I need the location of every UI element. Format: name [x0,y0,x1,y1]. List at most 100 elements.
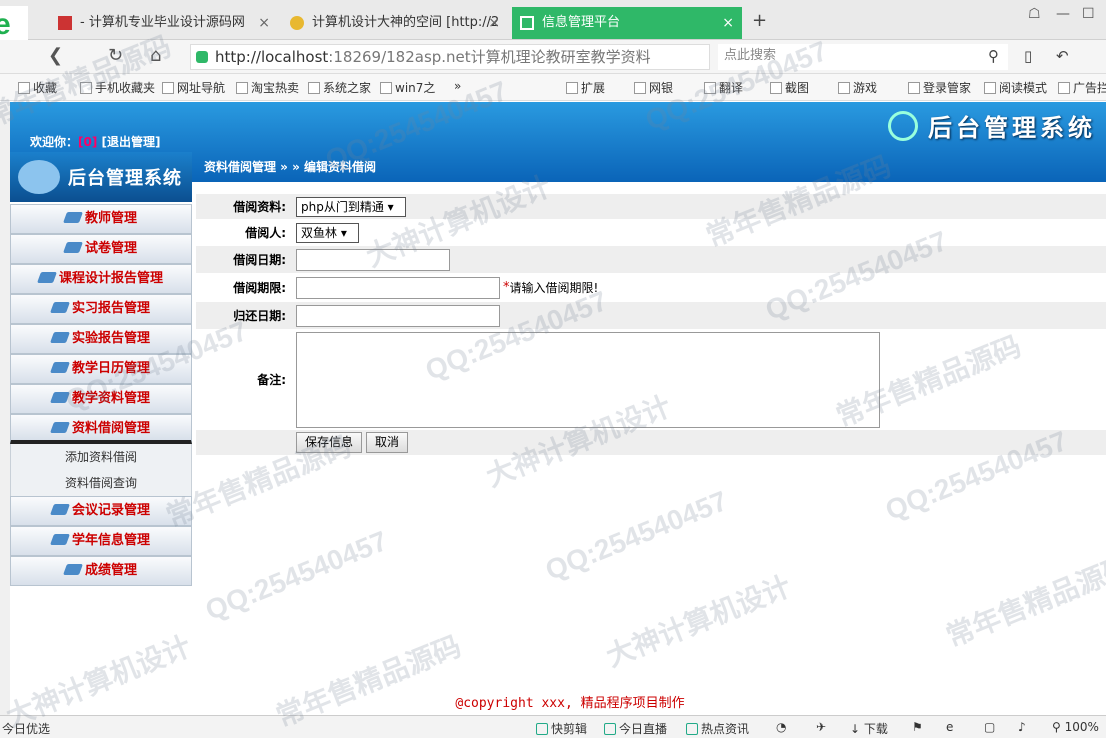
search-input[interactable]: 点此搜索 [718,44,1008,70]
logout-link[interactable]: [退出管理] [102,135,161,149]
save-button[interactable]: 保存信息 [296,432,363,453]
menu-course-report[interactable]: 课程设计报告管理 [10,264,192,294]
secure-shield-icon [196,51,208,63]
borrow-period-input[interactable] [296,276,500,299]
phone-icon [80,82,92,94]
url-host: http://localhost [215,48,329,66]
reload-icon[interactable]: ↻ [108,45,123,66]
phone-icon[interactable]: ▯ [1024,47,1032,65]
at-logo-icon [888,111,918,141]
row-notes: 备注: [196,330,1106,430]
tab-close-icon[interactable]: × [258,7,270,39]
zoom-icon[interactable]: ⚲ 100% [1052,720,1099,734]
side-menu: 教师管理 试卷管理 课程设计报告管理 实习报告管理 实验报告管理 教学日历管理 … [10,204,192,586]
address-bar-row: ❮ ↻ ⌂ http://localhost:18269/182asp.net计… [0,40,1106,74]
new-tab-button[interactable]: + [752,10,767,31]
submenu-add-borrow[interactable]: 添加资料借阅 [11,444,191,470]
window-icon[interactable]: ▢ [984,720,995,734]
borrow-date-input[interactable] [296,248,450,271]
minimize-icon[interactable]: — [1056,6,1070,22]
browser-logo-icon: e [0,6,28,41]
material-label: 借阅资料: [233,200,286,214]
site-favicon-icon [58,16,72,30]
menu-calendar[interactable]: 教学日历管理 [10,354,192,384]
pin-icon[interactable]: ✈ [816,720,826,734]
menu-icon [62,242,83,253]
menu-borrow[interactable]: 资料借阅管理 [10,414,192,444]
bookmark-item[interactable]: 系统之家 [308,79,371,96]
borrower-select[interactable]: 双鱼林 ▾ [296,222,359,243]
book-icon [984,82,996,94]
tab-close-icon[interactable]: × [488,7,500,39]
bookmark-item[interactable]: 淘宝热卖 [236,79,299,96]
menu-meeting[interactable]: 会议记录管理 [10,496,192,526]
menu-icon [49,392,70,403]
toolbar-item[interactable]: 阅读模式 [984,79,1047,96]
notes-label: 备注: [257,373,286,387]
status-download[interactable]: ↓ 下载 [850,720,888,737]
row-borrow-date: 借阅日期: [196,246,1106,274]
material-select[interactable]: php从门到精通 ▾ [296,196,406,217]
browser-tab-active[interactable]: 信息管理平台 × [512,7,742,39]
bookmark-item[interactable]: 收藏 [18,79,57,96]
toolbar-item[interactable]: 截图 [770,79,809,96]
home-icon[interactable]: ⌂ [150,45,161,66]
menu-materials[interactable]: 教学资料管理 [10,384,192,414]
notes-textarea[interactable] [296,331,880,428]
browser-tab-2[interactable]: 计算机设计大神的空间 [http://2 × [282,7,508,39]
menu-icon [49,504,70,515]
submenu-query-borrow[interactable]: 资料借阅查询 [11,470,191,496]
breadcrumb: 资料借阅管理 » » 编辑资料借阅 [204,160,377,174]
page-icon [380,82,392,94]
menu-exam[interactable]: 试卷管理 [10,234,192,264]
menu-icon [62,564,83,575]
row-material: 借阅资料: php从门到精通 ▾ [196,194,1106,220]
toolbar-item[interactable]: 扩展 [566,79,605,96]
bookmark-item[interactable]: 网址导航 [162,79,225,96]
menu-academic-year[interactable]: 学年信息管理 [10,526,192,556]
maximize-icon[interactable]: ☐ [1082,6,1095,22]
row-buttons: 保存信息 取消 [196,430,1106,456]
skin-icon[interactable]: ☖ [1028,6,1041,22]
menu-icon [49,362,70,373]
grid-icon [566,82,578,94]
submenu: 添加资料借阅 资料借阅查询 [10,444,192,496]
toolbar-item[interactable]: 翻译 [704,79,743,96]
menu-internship[interactable]: 实习报告管理 [10,294,192,324]
news-icon [686,723,698,735]
clip-icon [536,723,548,735]
return-date-input[interactable] [296,304,500,327]
back-icon[interactable]: ❮ [48,45,63,66]
toolbar-item[interactable]: 网银 [634,79,673,96]
row-return-date: 归还日期: [196,302,1106,330]
globe-logo-icon [18,160,60,194]
menu-experiment[interactable]: 实验报告管理 [10,324,192,354]
cancel-button[interactable]: 取消 [366,432,409,453]
toolbar-item[interactable]: 广告拦 [1058,79,1106,96]
url-field[interactable]: http://localhost:18269/182asp.net计算机理论教研… [190,44,710,70]
status-live[interactable]: 今日直播 [604,720,667,737]
bookmark-item[interactable]: win7之 [380,79,435,96]
volume-icon[interactable]: ♪ [1018,720,1026,734]
star-icon [18,82,30,94]
status-today-picks[interactable]: 今日优选 [2,720,50,737]
menu-icon [49,302,70,313]
status-quick-clip[interactable]: 快剪辑 [536,720,587,737]
toolbar-item[interactable]: 登录管家 [908,79,971,96]
bookmark-overflow[interactable]: » [454,79,461,93]
page-favicon-icon [520,16,534,30]
flag-icon[interactable]: ⚑ [912,720,923,734]
menu-teacher[interactable]: 教师管理 [10,204,192,234]
menu-icon [49,422,70,433]
status-news[interactable]: 热点资讯 [686,720,749,737]
browser-tab-1[interactable]: - 计算机专业毕业设计源码网 × [50,7,278,39]
undo-icon[interactable]: ↶ [1056,47,1069,65]
search-icon[interactable]: ⚲ [988,47,999,65]
bookmark-item[interactable]: 手机收藏夹 [80,79,155,96]
ie-icon[interactable]: e [946,720,953,734]
menu-grades[interactable]: 成绩管理 [10,556,192,586]
toolbar-item[interactable]: 游戏 [838,79,877,96]
tab-close-icon[interactable]: × [722,7,734,39]
page-icon [308,82,320,94]
speed-icon[interactable]: ◔ [776,720,786,734]
